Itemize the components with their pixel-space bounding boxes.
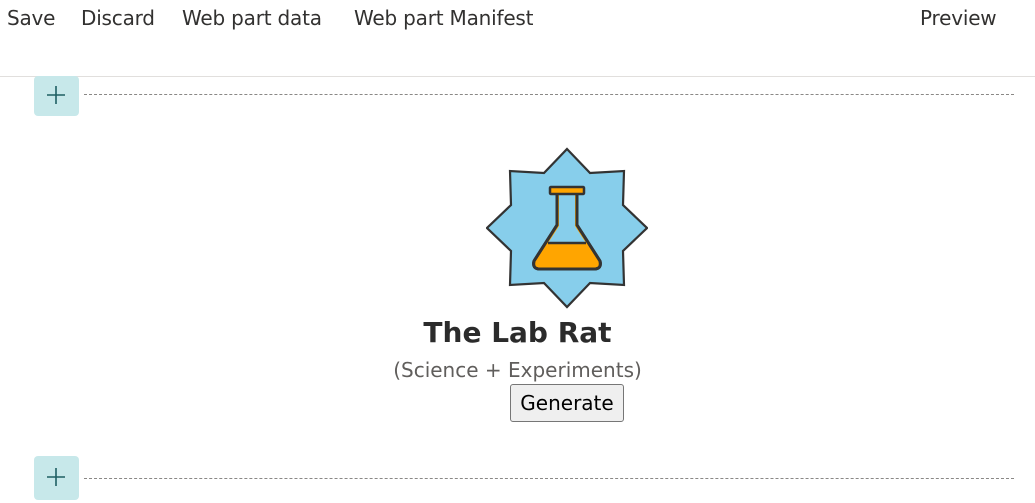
preview-button[interactable]: Preview bbox=[920, 5, 997, 31]
add-section-row-top bbox=[34, 76, 1014, 116]
command-bar: Save Discard Web part data Web part Mani… bbox=[0, 0, 1035, 77]
section-divider bbox=[84, 94, 1014, 95]
webpart-title: The Lab Rat bbox=[423, 316, 612, 349]
web-part-manifest-button[interactable]: Web part Manifest bbox=[354, 5, 533, 31]
generate-button[interactable]: Generate bbox=[510, 384, 624, 422]
lab-rat-logo bbox=[485, 147, 649, 309]
add-section-button-bottom[interactable] bbox=[34, 456, 79, 500]
plus-icon bbox=[47, 86, 65, 104]
discard-button[interactable]: Discard bbox=[81, 5, 155, 31]
flask-star-icon bbox=[485, 147, 649, 309]
add-section-row-bottom bbox=[34, 456, 1014, 500]
save-button[interactable]: Save bbox=[7, 5, 55, 31]
section-divider bbox=[84, 478, 1014, 479]
webpart-subtitle: (Science + Experiments) bbox=[393, 358, 642, 382]
plus-icon bbox=[47, 468, 65, 486]
web-part-data-button[interactable]: Web part data bbox=[182, 5, 322, 31]
add-section-button-top[interactable] bbox=[34, 76, 79, 116]
